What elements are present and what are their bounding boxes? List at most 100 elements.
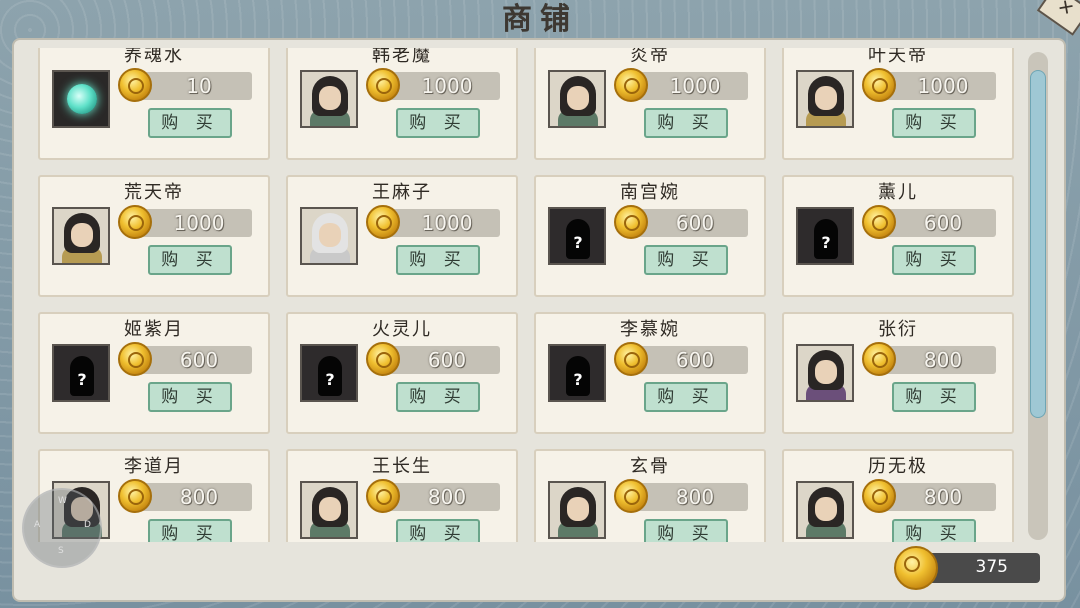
- shop-item-card: 叶天帝 1000 购 买: [782, 48, 1014, 160]
- shop-item-card: 韩老魔 1000 购 买: [286, 48, 518, 160]
- gold-coin-icon: [862, 479, 896, 513]
- question-mark: ?: [821, 233, 831, 252]
- buy-button[interactable]: 购 买: [644, 245, 728, 275]
- gold-coin-icon: [366, 205, 400, 239]
- item-name: 叶天帝: [868, 48, 928, 66]
- character-portrait: [52, 207, 110, 265]
- shop-item-card: 张衍 800 购 买: [782, 312, 1014, 434]
- item-name: 姬紫月: [124, 319, 184, 340]
- buy-button[interactable]: 购 买: [148, 519, 232, 542]
- gold-coin-icon: [118, 479, 152, 513]
- gold-coin-icon: [614, 342, 648, 376]
- silhouette-icon: ?: [566, 356, 590, 396]
- silhouette-icon: ?: [814, 219, 838, 259]
- character-portrait: [300, 207, 358, 265]
- item-price: 1000: [669, 74, 721, 98]
- buy-button[interactable]: 购 买: [148, 245, 232, 275]
- buy-button[interactable]: 购 买: [148, 108, 232, 138]
- buy-button[interactable]: 购 买: [892, 382, 976, 412]
- question-mark: ?: [573, 370, 583, 389]
- locked-portrait-icon: ?: [796, 207, 854, 265]
- close-icon: ✕: [1053, 0, 1078, 21]
- locked-portrait-icon: ?: [52, 344, 110, 402]
- joystick-a-label: A: [34, 520, 41, 530]
- item-price: 800: [179, 485, 219, 509]
- item-name: 南宫婉: [620, 182, 680, 203]
- buy-button[interactable]: 购 买: [396, 108, 480, 138]
- item-name: 王长生: [372, 456, 432, 477]
- locked-portrait-icon: ?: [548, 207, 606, 265]
- shop-item-card: 炎帝 1000 购 买: [534, 48, 766, 160]
- character-portrait: [300, 70, 358, 128]
- item-name: 王麻子: [372, 182, 432, 203]
- item-name: 韩老魔: [372, 48, 432, 66]
- shop-item-card: 荒天帝 1000 购 买: [38, 175, 270, 297]
- buy-button[interactable]: 购 买: [644, 382, 728, 412]
- item-name: 荒天帝: [124, 182, 184, 203]
- character-portrait: [796, 70, 854, 128]
- buy-button[interactable]: 购 买: [892, 519, 976, 542]
- buy-button[interactable]: 购 买: [644, 108, 728, 138]
- silhouette-icon: ?: [566, 219, 590, 259]
- gold-coin-icon: [614, 205, 648, 239]
- locked-portrait-icon: ?: [548, 344, 606, 402]
- scrollbar-track[interactable]: [1028, 52, 1048, 540]
- portrait-face: [71, 223, 93, 247]
- buy-button[interactable]: 购 买: [396, 382, 480, 412]
- character-portrait: [796, 481, 854, 539]
- potion-icon: [52, 70, 110, 128]
- question-mark: ?: [325, 370, 335, 389]
- shop-grid-viewport[interactable]: 养魂水 10 购 买韩老魔 1000 购 买炎帝 1000 购 买叶天帝 1000 购 买荒天帝…: [24, 48, 1024, 542]
- portrait-face: [815, 86, 837, 110]
- shop-item-card: 李慕婉? 600 购 买: [534, 312, 766, 434]
- item-price: 1000: [421, 74, 473, 98]
- gold-coin-icon: [862, 342, 896, 376]
- shop-item-card: 南宫婉? 600 购 买: [534, 175, 766, 297]
- buy-button[interactable]: 购 买: [644, 519, 728, 542]
- buy-button[interactable]: 购 买: [396, 245, 480, 275]
- portrait-face: [567, 86, 589, 110]
- gold-coin-icon: [366, 68, 400, 102]
- joystick-w-label: W: [58, 496, 67, 506]
- virtual-joystick[interactable]: W A D S: [22, 488, 102, 568]
- item-name: 薰儿: [878, 182, 918, 203]
- item-price: 800: [675, 485, 715, 509]
- item-name: 玄骨: [630, 456, 670, 477]
- question-mark: ?: [573, 233, 583, 252]
- gold-coin-icon: [862, 68, 896, 102]
- scrollbar-thumb[interactable]: [1030, 70, 1046, 418]
- item-price: 600: [427, 348, 467, 372]
- portrait-face: [815, 360, 837, 384]
- potion-orb: [67, 84, 97, 114]
- gold-coin-icon: [894, 546, 938, 590]
- item-price: 600: [675, 348, 715, 372]
- character-portrait: [796, 344, 854, 402]
- wallet-amount: 375: [975, 557, 1008, 577]
- gold-coin-icon: [366, 342, 400, 376]
- page-title: 商铺: [502, 2, 578, 37]
- shop-item-card: 姬紫月? 600 购 买: [38, 312, 270, 434]
- item-name: 火灵儿: [372, 319, 432, 340]
- portrait-face: [319, 497, 341, 521]
- buy-button[interactable]: 购 买: [148, 382, 232, 412]
- silhouette-icon: ?: [70, 356, 94, 396]
- gold-coin-icon: [118, 68, 152, 102]
- gold-coin-icon: [118, 342, 152, 376]
- buy-button[interactable]: 购 买: [892, 108, 976, 138]
- character-portrait: [548, 70, 606, 128]
- portrait-face: [319, 86, 341, 110]
- shop-item-card: 火灵儿? 600 购 买: [286, 312, 518, 434]
- item-price: 800: [923, 348, 963, 372]
- shop-item-card: 历无极 800 购 买: [782, 449, 1014, 542]
- item-price: 600: [179, 348, 219, 372]
- buy-button[interactable]: 购 买: [396, 519, 480, 542]
- character-portrait: [300, 481, 358, 539]
- item-price: 1000: [421, 211, 473, 235]
- question-mark: ?: [77, 370, 87, 389]
- shop-item-card: 薰儿? 600 购 买: [782, 175, 1014, 297]
- item-name: 张衍: [878, 319, 918, 340]
- portrait-face: [567, 497, 589, 521]
- gold-coin-icon: [118, 205, 152, 239]
- locked-portrait-icon: ?: [300, 344, 358, 402]
- buy-button[interactable]: 购 买: [892, 245, 976, 275]
